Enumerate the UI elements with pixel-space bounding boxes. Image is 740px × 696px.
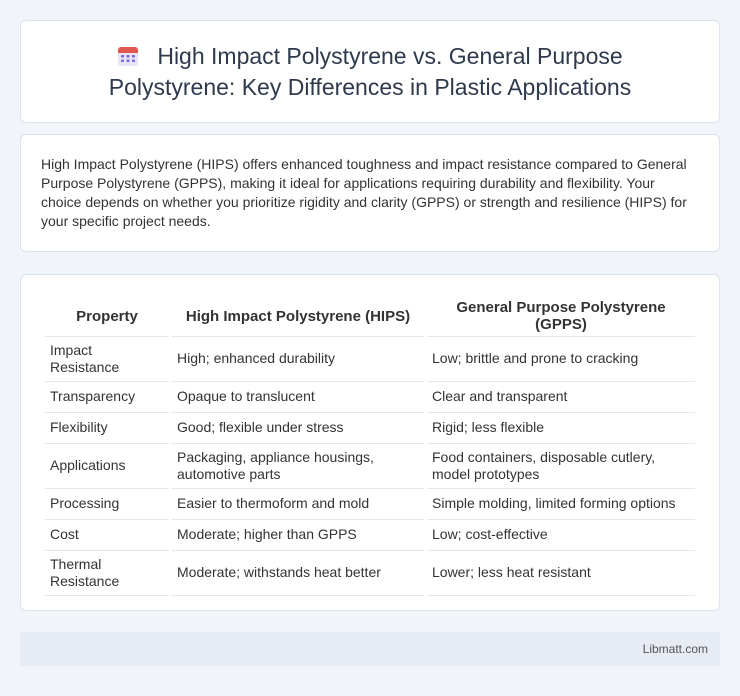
footer: Libmatt.com	[20, 632, 720, 666]
table-row: Cost Moderate; higher than GPPS Low; cos…	[45, 520, 695, 551]
cell-property: Cost	[45, 520, 169, 551]
title-card: High Impact Polystyrene vs. General Purp…	[20, 20, 720, 123]
header-property: Property	[45, 293, 169, 337]
cell-hips: Packaging, appliance housings, automotiv…	[172, 444, 424, 489]
cell-hips: High; enhanced durability	[172, 337, 424, 382]
comparison-table-card: Property High Impact Polystyrene (HIPS) …	[20, 274, 720, 611]
cell-property: Impact Resistance	[45, 337, 169, 382]
footer-brand[interactable]: Libmatt.com	[643, 642, 708, 656]
cell-hips: Good; flexible under stress	[172, 413, 424, 444]
comparison-table: Property High Impact Polystyrene (HIPS) …	[42, 293, 698, 596]
cell-gpps: Low; brittle and prone to cracking	[427, 337, 695, 382]
cell-hips: Easier to thermoform and mold	[172, 489, 424, 520]
cell-property: Flexibility	[45, 413, 169, 444]
intro-card: High Impact Polystyrene (HIPS) offers en…	[20, 134, 720, 252]
page-title: High Impact Polystyrene vs. General Purp…	[70, 41, 670, 103]
cell-gpps: Clear and transparent	[427, 382, 695, 413]
table-row: Applications Packaging, appliance housin…	[45, 444, 695, 489]
cell-property: Transparency	[45, 382, 169, 413]
cell-hips: Moderate; higher than GPPS	[172, 520, 424, 551]
cell-gpps: Food containers, disposable cutlery, mod…	[427, 444, 695, 489]
table-row: Impact Resistance High; enhanced durabil…	[45, 337, 695, 382]
calendar-icon	[118, 46, 139, 66]
intro-paragraph: High Impact Polystyrene (HIPS) offers en…	[41, 156, 687, 229]
cell-gpps: Simple molding, limited forming options	[427, 489, 695, 520]
table-row: Processing Easier to thermoform and mold…	[45, 489, 695, 520]
cell-gpps: Rigid; less flexible	[427, 413, 695, 444]
header-hips: High Impact Polystyrene (HIPS)	[172, 293, 424, 337]
table-row: Thermal Resistance Moderate; withstands …	[45, 551, 695, 596]
table-header-row: Property High Impact Polystyrene (HIPS) …	[45, 293, 695, 337]
header-gpps: General Purpose Polystyrene (GPPS)	[427, 293, 695, 337]
cell-property: Thermal Resistance	[45, 551, 169, 596]
cell-property: Processing	[45, 489, 169, 520]
table-row: Flexibility Good; flexible under stress …	[45, 413, 695, 444]
cell-gpps: Low; cost-effective	[427, 520, 695, 551]
cell-hips: Opaque to translucent	[172, 382, 424, 413]
cell-property: Applications	[45, 444, 169, 489]
page-title-text: High Impact Polystyrene vs. General Purp…	[108, 42, 632, 100]
table-row: Transparency Opaque to translucent Clear…	[45, 382, 695, 413]
cell-hips: Moderate; withstands heat better	[172, 551, 424, 596]
cell-gpps: Lower; less heat resistant	[427, 551, 695, 596]
